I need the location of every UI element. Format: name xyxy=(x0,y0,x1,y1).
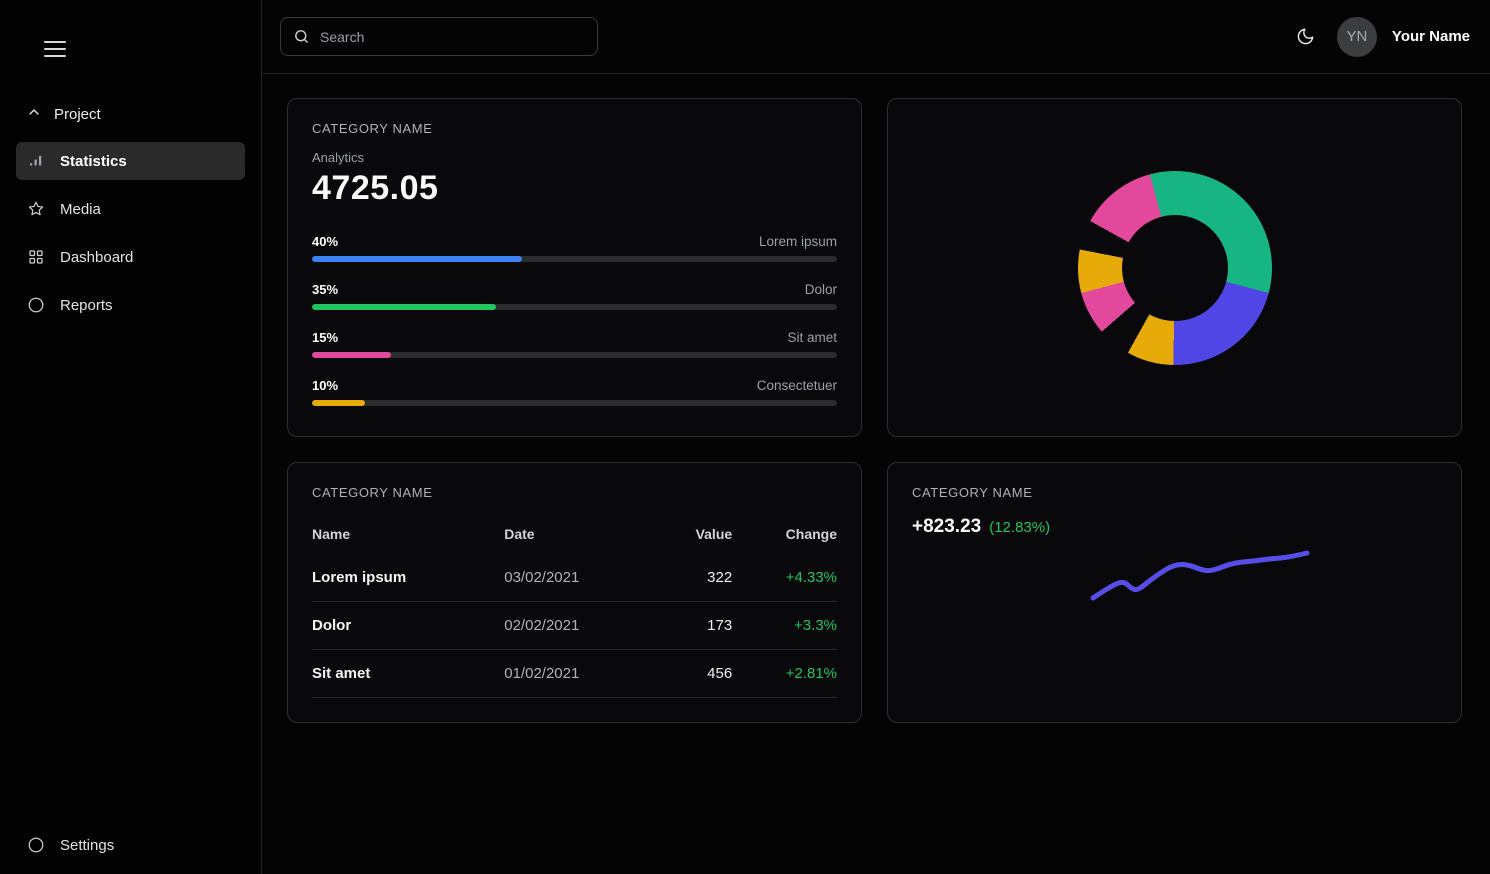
progress-row: 10% Consectetuer xyxy=(312,378,837,406)
avatar[interactable]: YN xyxy=(1337,17,1377,57)
progress-percent: 10% xyxy=(312,378,338,393)
cell-name: Dolor xyxy=(312,602,504,650)
sidebar-nav: Project Statistics Media Dashboard Reports xyxy=(0,66,261,826)
topbar: YN Your Name xyxy=(262,0,1490,74)
menu-toggle-button[interactable] xyxy=(40,32,74,66)
table-header-cell: Name xyxy=(312,518,504,554)
bar-chart-icon xyxy=(26,152,46,170)
table-card: CATEGORY NAME NameDateValueChange Lorem … xyxy=(287,462,862,723)
trend-change: (12.83%) xyxy=(989,519,1050,536)
progress-label: Lorem ipsum xyxy=(759,234,837,249)
trend-card: CATEGORY NAME +823.23 (12.83%) xyxy=(887,462,1462,723)
sidebar: Project StatisticsMediaDashboardReports … xyxy=(0,0,262,874)
table-row: Lorem ipsum03/02/2021322+4.33% xyxy=(312,554,837,602)
sidebar-item-label: Media xyxy=(60,201,101,218)
donut-hole xyxy=(1122,215,1228,321)
sidebar-item-media[interactable]: Media xyxy=(16,190,245,228)
progress-fill xyxy=(312,256,522,262)
cell-value: 173 xyxy=(657,602,732,650)
trend-value-row: +823.23 (12.83%) xyxy=(912,516,1437,538)
sidebar-footer: Settings xyxy=(0,826,261,874)
table-row: Dolor02/02/2021173+3.3% xyxy=(312,602,837,650)
dashboard-content: CATEGORY NAME Analytics 4725.05 40% Lorem… xyxy=(262,74,1490,723)
sidebar-item-label: Reports xyxy=(60,297,113,314)
grid-icon xyxy=(26,248,46,266)
cell-change: +2.81% xyxy=(732,650,837,698)
chevron-up-icon xyxy=(26,104,42,124)
circle-icon xyxy=(26,836,46,854)
search-input[interactable] xyxy=(320,29,585,45)
donut-chart xyxy=(1078,171,1272,365)
stats-card: CATEGORY NAME Analytics 4725.05 40% Lorem… xyxy=(287,98,862,437)
table-header-cell: Change xyxy=(732,518,837,554)
progress-label: Consectetuer xyxy=(757,378,837,393)
main-column: YN Your Name CATEGORY NAME Analytics 472… xyxy=(262,0,1490,874)
sidebar-item-settings[interactable]: Settings xyxy=(16,826,245,864)
progress-percent: 15% xyxy=(312,330,338,345)
progress-row: 15% Sit amet xyxy=(312,330,837,358)
sidebar-item-label: Settings xyxy=(60,837,114,854)
progress-fill xyxy=(312,400,365,406)
data-table: NameDateValueChange Lorem ipsum03/02/202… xyxy=(312,518,837,698)
progress-track xyxy=(312,256,837,262)
progress-label: Dolor xyxy=(805,282,837,297)
theme-toggle-button[interactable] xyxy=(1290,21,1321,52)
line-chart xyxy=(912,542,1439,692)
trend-value: +823.23 xyxy=(912,516,981,538)
search-icon xyxy=(293,28,310,45)
cell-name: Lorem ipsum xyxy=(312,554,504,602)
progress-fill xyxy=(312,352,391,358)
progress-row: 40% Lorem ipsum xyxy=(312,234,837,262)
sidebar-item-label: Dashboard xyxy=(60,249,133,266)
card-title: CATEGORY NAME xyxy=(312,485,837,500)
sidebar-item-dashboard[interactable]: Dashboard xyxy=(16,238,245,276)
sidebar-group-label: Project xyxy=(54,106,101,123)
progress-track xyxy=(312,304,837,310)
progress-row: 35% Dolor xyxy=(312,282,837,310)
progress-percent: 35% xyxy=(312,282,338,297)
table-header-cell: Date xyxy=(504,518,657,554)
cell-date: 03/02/2021 xyxy=(504,554,657,602)
moon-icon xyxy=(1296,27,1315,46)
hamburger-icon xyxy=(44,41,70,57)
card-title: CATEGORY NAME xyxy=(912,485,1437,500)
donut-card xyxy=(887,98,1462,437)
table-header-cell: Value xyxy=(657,518,732,554)
card-title: CATEGORY NAME xyxy=(312,121,837,136)
progress-track xyxy=(312,400,837,406)
stats-total-value: 4725.05 xyxy=(312,169,837,208)
sidebar-item-label: Statistics xyxy=(60,153,127,170)
topbar-right: YN Your Name xyxy=(1290,17,1470,57)
circle-icon xyxy=(26,296,46,314)
trend-line xyxy=(1093,553,1307,598)
table-row: Sit amet01/02/2021456+2.81% xyxy=(312,650,837,698)
avatar-initials: YN xyxy=(1347,28,1368,45)
sidebar-item-statistics[interactable]: Statistics xyxy=(16,142,245,180)
cell-change: +4.33% xyxy=(732,554,837,602)
star-icon xyxy=(26,200,46,218)
search-box[interactable] xyxy=(280,17,598,56)
cell-value: 456 xyxy=(657,650,732,698)
cell-change: +3.3% xyxy=(732,602,837,650)
cell-date: 02/02/2021 xyxy=(504,602,657,650)
cell-value: 322 xyxy=(657,554,732,602)
progress-track xyxy=(312,352,837,358)
sidebar-group-project[interactable]: Project xyxy=(16,94,245,134)
progress-label: Sit amet xyxy=(787,330,837,345)
stats-subtitle: Analytics xyxy=(312,150,837,165)
progress-fill xyxy=(312,304,496,310)
progress-percent: 40% xyxy=(312,234,338,249)
cell-name: Sit amet xyxy=(312,650,504,698)
sidebar-item-reports[interactable]: Reports xyxy=(16,286,245,324)
user-name: Your Name xyxy=(1392,28,1470,45)
cell-date: 01/02/2021 xyxy=(504,650,657,698)
progress-bar-list: 40% Lorem ipsum 35% Dolor 15% Sit amet 10% Cons… xyxy=(312,234,837,406)
